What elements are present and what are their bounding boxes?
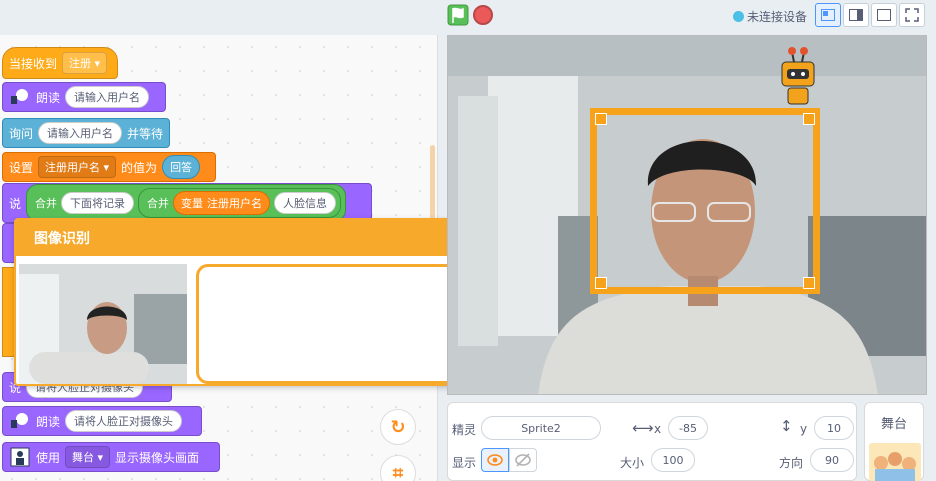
speaker-icon: [9, 86, 31, 108]
read-text-input[interactable]: 请输入用户名: [65, 86, 150, 108]
x-arrows-icon: ⟷: [632, 419, 654, 437]
robot-sprite-icon[interactable]: [776, 44, 820, 108]
read-block-2[interactable]: 朗读 请将人脸正对摄像头: [2, 406, 202, 436]
ask-block[interactable]: 询问 请输入用户名 并等待: [2, 118, 170, 148]
resize-handle[interactable]: [595, 277, 607, 289]
connection-dot-icon: [733, 11, 744, 22]
direction-input[interactable]: 90: [810, 448, 854, 472]
green-flag-icon[interactable]: [447, 4, 469, 26]
dialog-header: 图像识别✕: [16, 220, 500, 256]
variable-reporter[interactable]: 变量 注册用户名: [173, 191, 271, 215]
sprite-info-panel: 精灵 Sprite2 ⟷ x -85 ↕ y 10 显示 大小 100 方向 9…: [447, 402, 857, 481]
y-input[interactable]: 10: [814, 416, 854, 440]
camera-thumbnail: [19, 264, 187, 384]
read-text-input-2[interactable]: 请将人脸正对摄像头: [65, 410, 183, 432]
small-stage-button[interactable]: [815, 3, 841, 27]
y-arrows-icon: ↕: [780, 417, 793, 435]
hide-button[interactable]: [509, 448, 537, 472]
stage-thumbnail-icon[interactable]: [869, 443, 921, 481]
top-toolbar: 未连接设备: [0, 0, 936, 33]
fullscreen-icon: [905, 8, 919, 22]
connection-status[interactable]: 未连接设备: [733, 8, 807, 25]
join-block-1[interactable]: 合并 下面将记录 合并 变量 注册用户名 人脸信息: [26, 184, 347, 222]
answer-reporter[interactable]: 回答: [162, 155, 201, 179]
camera-block[interactable]: 使用 舞台 ▾ 显示摄像头画面: [2, 442, 220, 472]
layout-large-icon: [849, 9, 863, 21]
eye-slash-icon: [515, 453, 531, 467]
set-variable-block[interactable]: 设置 注册用户名 ▾ 的值为 回答: [2, 152, 216, 182]
resize-handle[interactable]: [595, 113, 607, 125]
layout-small-icon: [821, 9, 835, 21]
eye-icon: [487, 454, 503, 466]
fullscreen-button[interactable]: [899, 3, 925, 27]
say-block[interactable]: 说 合并 下面将记录 合并 变量 注册用户名 人脸信息: [2, 183, 372, 223]
when-receive-block[interactable]: 当接收到 注册 ▾: [2, 47, 118, 79]
crop-icon[interactable]: ⌗: [380, 455, 416, 481]
stage-selector[interactable]: 舞台: [864, 402, 924, 481]
resize-handle[interactable]: [803, 277, 815, 289]
sprite-name-input[interactable]: Sprite2: [481, 416, 601, 440]
show-button[interactable]: [481, 448, 509, 472]
stage-dropdown[interactable]: 舞台 ▾: [65, 446, 111, 468]
join-block-2[interactable]: 合并 变量 注册用户名 人脸信息: [138, 188, 342, 218]
face-detection-box: [590, 108, 820, 294]
resize-handle[interactable]: [803, 113, 815, 125]
join-text-2[interactable]: 人脸信息: [274, 192, 337, 214]
speaker-icon: [9, 410, 31, 432]
camera-person-icon: [9, 446, 31, 468]
stage-camera-view[interactable]: [447, 35, 927, 395]
message-dropdown[interactable]: 注册 ▾: [62, 52, 108, 74]
large-stage-button[interactable]: [843, 3, 869, 27]
full-stage-button[interactable]: [871, 3, 897, 27]
join-text-1[interactable]: 下面将记录: [61, 192, 135, 214]
image-recognition-dialog: 图像识别✕: [14, 218, 502, 386]
read-block[interactable]: 朗读 请输入用户名: [2, 82, 166, 112]
layout-full-icon: [877, 9, 891, 21]
size-input[interactable]: 100: [651, 448, 695, 472]
x-input[interactable]: -85: [668, 416, 708, 440]
stop-icon[interactable]: [473, 5, 493, 25]
redo-icon[interactable]: ↻: [380, 409, 416, 445]
variable-dropdown[interactable]: 注册用户名 ▾: [38, 156, 117, 178]
ask-text-input[interactable]: 请输入用户名: [38, 122, 123, 144]
